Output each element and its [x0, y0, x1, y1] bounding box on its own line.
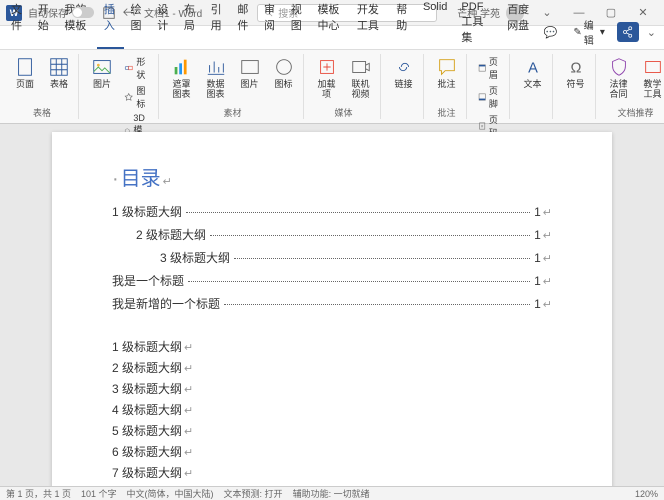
addins-button[interactable]: 加载项 — [312, 54, 342, 102]
body-line[interactable]: 3 级标题大纲↵ — [112, 380, 552, 397]
toc-entry[interactable]: 2 级标题大纲1↵ — [112, 226, 552, 243]
chevron-down-icon[interactable]: ⌄ — [643, 24, 660, 41]
table-button[interactable]: 表格 — [44, 54, 74, 92]
toc-entry[interactable]: 我是一个标题1↵ — [112, 272, 552, 289]
online-video-button[interactable]: 联机视频 — [346, 54, 376, 102]
body-line[interactable]: 4 级标题大纲↵ — [112, 401, 552, 418]
tab-Solid[interactable]: Solid — [416, 0, 454, 49]
toc-entry[interactable]: 我是新增的一个标题1↵ — [112, 295, 552, 312]
tab-百度网盘[interactable]: 百度网盘 — [500, 0, 539, 49]
toc-title: 目录↵ — [112, 162, 552, 191]
text-predict[interactable]: 文本预测: 打开 — [224, 487, 283, 500]
autosave-toggle[interactable] — [72, 7, 94, 18]
header-button[interactable]: 页眉 — [475, 54, 505, 82]
tab-帮助[interactable]: 帮助 — [389, 0, 416, 49]
ribbon: 页面 表格 表格 图片 形状 图标 3D 模型 插图 遮罩图表 数据图表 图片 … — [0, 50, 664, 124]
toc-entry[interactable]: 1 级标题大纲1↵ — [112, 203, 552, 220]
icons-button[interactable]: 图标 — [121, 83, 154, 111]
word-count[interactable]: 101 个字 — [81, 487, 117, 500]
tab-审阅[interactable]: 审阅 — [257, 0, 284, 49]
tab-开始[interactable]: 开始 — [31, 0, 58, 49]
document-area[interactable]: 目录↵ 1 级标题大纲1↵ 2 级标题大纲1↵ 3 级标题大纲1↵ 我是一个标题1↵ 我… — [0, 124, 664, 486]
tab-视图[interactable]: 视图 — [284, 0, 311, 49]
group-text: A文本 — [514, 54, 553, 119]
group-links: 链接 — [385, 54, 424, 119]
legal-button[interactable]: 法律合同 — [604, 54, 634, 102]
tab-绘图[interactable]: 绘图 — [124, 0, 151, 49]
picture-button[interactable]: 图片 — [87, 54, 117, 92]
link-button[interactable]: 链接 — [389, 54, 419, 92]
tab-布局[interactable]: 布局 — [177, 0, 204, 49]
data-chart-button[interactable]: 数据图表 — [201, 54, 231, 102]
symbol-button[interactable]: Ω符号 — [561, 54, 591, 92]
statusbar: 第 1 页，共 1 页 101 个字 中文(简体，中国大陆) 文本预测: 打开 … — [0, 486, 664, 500]
body-line[interactable]: 6 级标题大纲↵ — [112, 443, 552, 460]
tab-开发工具[interactable]: 开发工具 — [350, 0, 389, 49]
tab-插入[interactable]: 插入 — [97, 0, 124, 49]
tab-邮件[interactable]: 邮件 — [230, 0, 257, 49]
tab-文件[interactable]: 文件 — [4, 0, 31, 49]
shapes-button[interactable]: 形状 — [121, 54, 154, 82]
group-material: 遮罩图表 数据图表 图片 图标 素材 — [163, 54, 304, 119]
body-line[interactable]: 2 级标题大纲↵ — [112, 359, 552, 376]
editing-mode-button[interactable]: ✎ 编辑 ▾ — [565, 15, 613, 49]
comment-button[interactable]: 批注 — [432, 54, 462, 92]
toc-entry[interactable]: 3 级标题大纲1↵ — [112, 249, 552, 266]
group-media: 加载项 联机视频 媒体 — [308, 54, 381, 119]
ribbon-tabs: 文件开始我的模板插入绘图设计布局引用邮件审阅视图模板中心开发工具帮助SolidP… — [0, 26, 664, 50]
group-header-footer: 页眉 页脚 #页码 页眉和页脚 — [471, 54, 510, 119]
page-indicator[interactable]: 第 1 页，共 1 页 — [6, 487, 71, 500]
accessibility[interactable]: 辅助功能: 一切就绪 — [293, 487, 370, 500]
tab-设计[interactable]: 设计 — [150, 0, 177, 49]
footer-button[interactable]: 页脚 — [475, 83, 505, 111]
body-line[interactable]: 7 级标题大纲↵ — [112, 464, 552, 481]
group-illustrations: 图片 形状 图标 3D 模型 插图 — [83, 54, 159, 119]
group-pages: 页面 表格 表格 — [6, 54, 79, 119]
tab-模板中心[interactable]: 模板中心 — [310, 0, 349, 49]
tab-引用[interactable]: 引用 — [204, 0, 231, 49]
group-recommend: 法律合同 教学工具 文档推荐 — [600, 54, 664, 119]
text-button[interactable]: A文本 — [518, 54, 548, 92]
share-button[interactable] — [617, 22, 639, 42]
zoom-level[interactable]: 120% — [635, 489, 658, 499]
material-icon-button[interactable]: 图标 — [269, 54, 299, 92]
teaching-button[interactable]: 教学工具 — [638, 54, 664, 102]
group-comments: 批注 批注 — [428, 54, 467, 119]
body-line[interactable]: 1 级标题大纲↵ — [112, 338, 552, 355]
svg-text:A: A — [528, 61, 538, 77]
body-line[interactable]: 5 级标题大纲↵ — [112, 422, 552, 439]
material-picture-button[interactable]: 图片 — [235, 54, 265, 92]
comments-icon[interactable]: 💬 — [540, 24, 562, 41]
group-symbols: Ω符号 — [557, 54, 596, 119]
page-button[interactable]: 页面 — [10, 54, 40, 92]
page[interactable]: 目录↵ 1 级标题大纲1↵ 2 级标题大纲1↵ 3 级标题大纲1↵ 我是一个标题1↵ 我… — [52, 132, 612, 486]
svg-text:Ω: Ω — [570, 61, 581, 77]
tab-PDF工具集[interactable]: PDF工具集 — [454, 0, 500, 49]
chart-mask-button[interactable]: 遮罩图表 — [167, 54, 197, 102]
svg-text:#: # — [481, 125, 484, 129]
language[interactable]: 中文(简体，中国大陆) — [127, 487, 214, 500]
